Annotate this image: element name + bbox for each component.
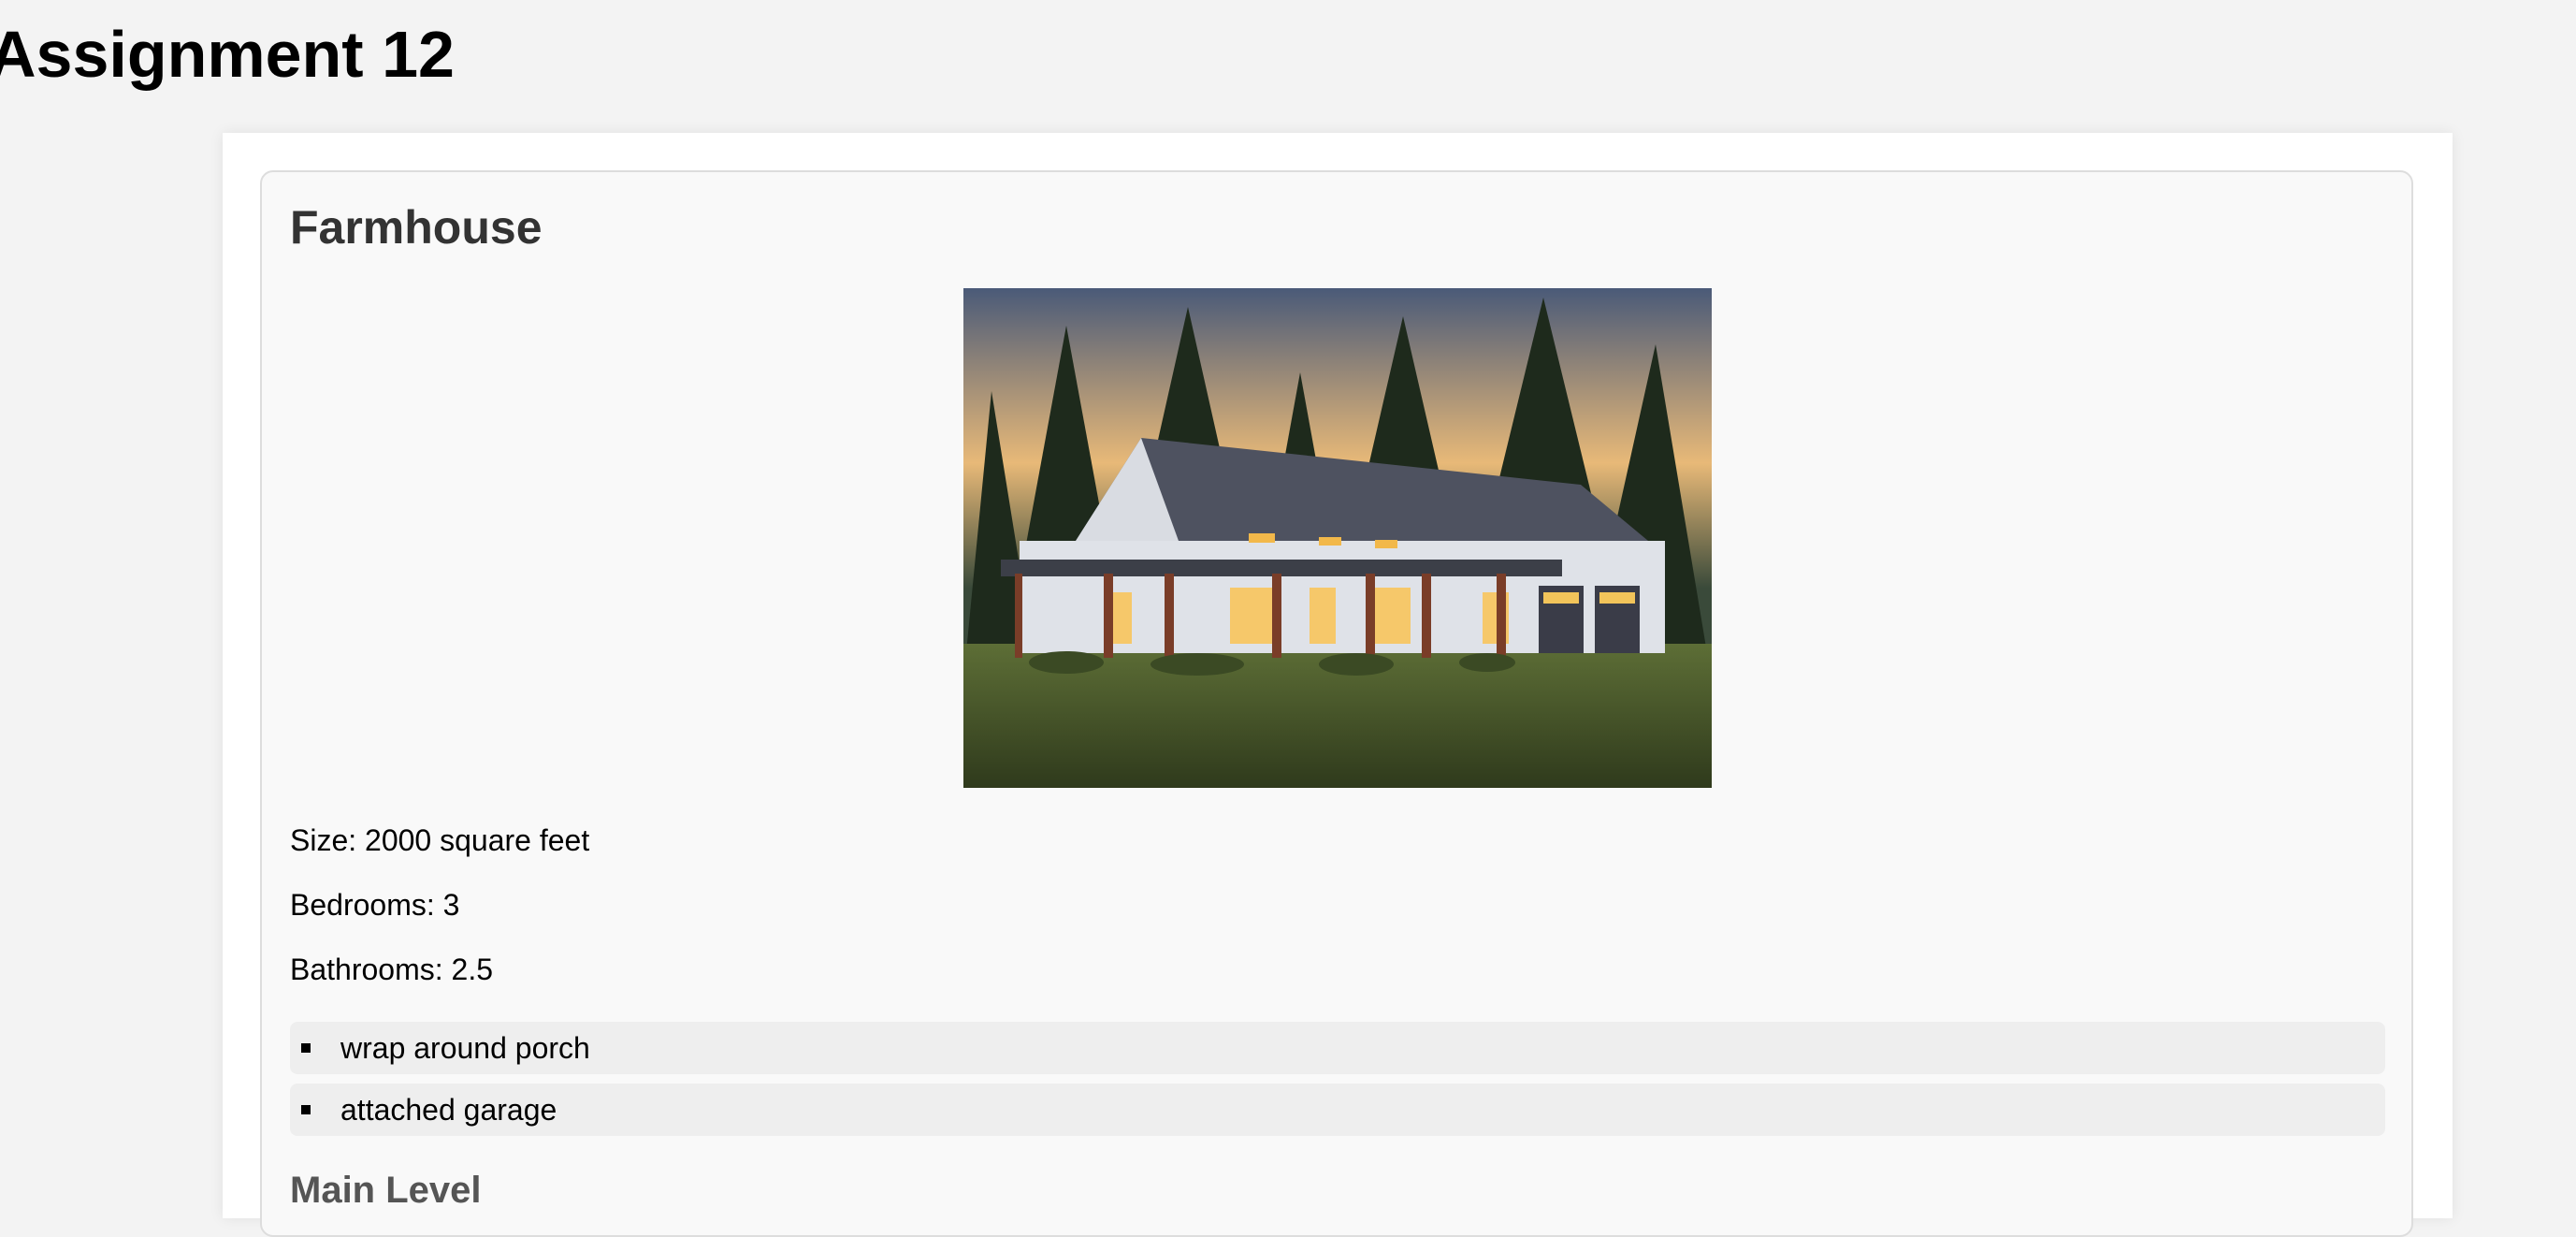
page-title: Assignment 12 <box>0 18 455 91</box>
house-title: Farmhouse <box>290 201 543 254</box>
square-bullet-icon <box>301 1043 311 1053</box>
square-bullet-icon <box>301 1105 311 1114</box>
bedrooms-text: Bedrooms: 3 <box>290 888 460 922</box>
house-card: Farmhouse Size: 2000 square feet Bedroom… <box>260 170 2413 1237</box>
bathrooms-text: Bathrooms: 2.5 <box>290 953 493 986</box>
size-text: Size: 2000 square feet <box>290 823 590 857</box>
feature-label: attached garage <box>340 1092 557 1127</box>
features-list: wrap around porch attached garage <box>290 1022 2385 1145</box>
main-container: Farmhouse Size: 2000 square feet Bedroom… <box>223 133 2453 1237</box>
feature-label: wrap around porch <box>340 1030 590 1065</box>
list-item: attached garage <box>290 1084 2385 1136</box>
level-heading: Main Level <box>290 1170 482 1211</box>
house-photo <box>963 288 1712 788</box>
list-item: wrap around porch <box>290 1022 2385 1074</box>
